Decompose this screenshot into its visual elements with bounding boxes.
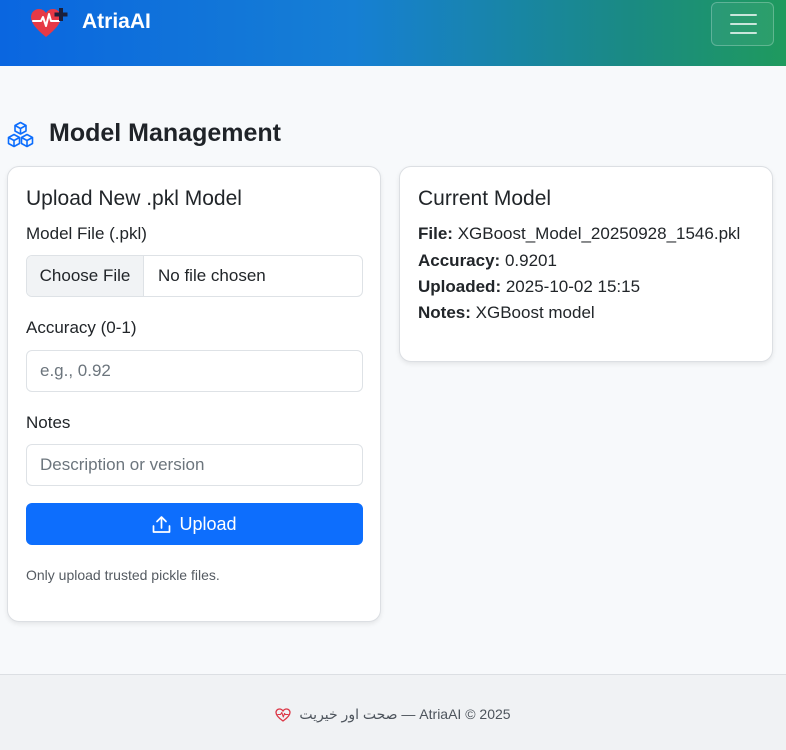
accuracy-input[interactable] xyxy=(26,350,363,392)
notes-key: Notes: xyxy=(418,303,471,322)
heart-pulse-icon xyxy=(275,707,292,722)
uploaded-key: Uploaded: xyxy=(418,277,502,296)
navbar: AtriaAI xyxy=(0,0,786,66)
upload-button-label: Upload xyxy=(179,513,237,534)
current-card-title: Current Model xyxy=(418,187,552,210)
notes-value: XGBoost model xyxy=(475,303,595,322)
navbar-toggler-button[interactable] xyxy=(711,2,774,46)
file-status-text: No file chosen xyxy=(158,266,266,285)
boxes-icon xyxy=(7,121,34,148)
brand-name[interactable]: AtriaAI xyxy=(82,10,151,34)
page-title: Model Management xyxy=(49,119,281,147)
accuracy-key: Accuracy: xyxy=(418,251,501,270)
current-accuracy-line: Accuracy: 0.9201 xyxy=(418,251,557,271)
model-file-label: Model File (.pkl) xyxy=(26,224,147,243)
notes-label: Notes xyxy=(26,413,71,432)
upload-card-title: Upload New .pkl Model xyxy=(26,187,242,210)
upload-hint: Only upload trusted pickle files. xyxy=(26,567,220,583)
upload-icon xyxy=(153,515,171,533)
current-uploaded-line: Uploaded: 2025-10-02 15:15 xyxy=(418,277,640,297)
file-value: XGBoost_Model_20250928_1546.pkl xyxy=(457,224,741,243)
heart-pulse-plus-icon xyxy=(31,8,68,37)
file-key: File: xyxy=(418,224,453,243)
upload-model-card: Upload New .pkl Model Model File (.pkl) … xyxy=(7,166,381,622)
model-file-input[interactable]: Choose File No file chosen xyxy=(26,255,363,297)
footer: صحت اور خیریت — AtriaAI © 2025 xyxy=(0,674,786,750)
upload-button[interactable]: Upload xyxy=(26,503,363,545)
footer-text: صحت اور خیریت — AtriaAI © 2025 xyxy=(299,706,511,722)
current-notes-line: Notes: XGBoost model xyxy=(418,303,595,323)
accuracy-label: Accuracy (0-1) xyxy=(26,318,137,337)
current-model-card: Current Model File: XGBoost_Model_202509… xyxy=(399,166,773,362)
notes-input[interactable] xyxy=(26,444,363,486)
current-file-line: File: XGBoost_Model_20250928_1546.pkl xyxy=(418,224,740,244)
accuracy-value: 0.9201 xyxy=(504,251,557,270)
choose-file-button[interactable]: Choose File xyxy=(27,256,144,296)
uploaded-value: 2025-10-02 15:15 xyxy=(505,277,641,296)
